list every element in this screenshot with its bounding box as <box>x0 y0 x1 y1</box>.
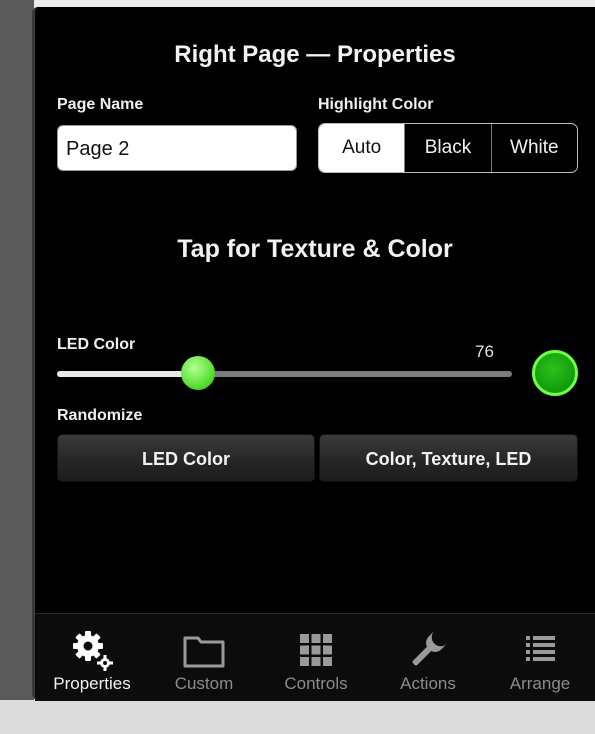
texture-color-button[interactable]: Tap for Texture & Color <box>35 235 595 264</box>
randomize-led-color-button[interactable]: LED Color <box>57 434 315 482</box>
led-slider-fill <box>57 371 199 377</box>
tab-custom[interactable]: Custom <box>150 614 258 701</box>
tab-controls-label: Controls <box>284 674 348 693</box>
tab-arrange-label: Arrange <box>509 674 571 693</box>
tab-custom-label: Custom <box>174 674 234 693</box>
led-color-swatch[interactable] <box>532 350 578 396</box>
bottom-tab-bar: Properties Custom Controls Actions Arran… <box>35 613 595 701</box>
wrench-icon <box>412 630 448 666</box>
bottom-background-strip <box>0 700 595 734</box>
led-color-label: LED Color <box>57 336 136 353</box>
tab-controls[interactable]: Controls <box>262 614 370 701</box>
properties-panel: Right Page — Properties Page Name Page 2… <box>32 7 595 701</box>
page-name-input[interactable]: Page 2 <box>57 125 297 171</box>
highlight-auto-segment[interactable]: Auto <box>319 124 405 172</box>
list-icon <box>526 636 555 661</box>
highlight-black-segment[interactable]: Black <box>404 124 490 172</box>
randomize-all-button[interactable]: Color, Texture, LED <box>319 434 578 482</box>
highlight-color-segmented-control: Auto Black White <box>318 123 578 173</box>
led-slider-thumb[interactable] <box>181 356 216 390</box>
tab-actions-label: Actions <box>400 674 456 693</box>
randomize-label: Randomize <box>57 407 143 424</box>
folder-icon <box>183 636 225 668</box>
led-slider-value: 76 <box>475 342 494 361</box>
grid-icon <box>300 634 332 666</box>
gear-icon <box>73 631 113 671</box>
tab-properties[interactable]: Properties <box>38 614 146 701</box>
page-name-label: Page Name <box>57 96 144 113</box>
left-background-strip <box>0 0 34 734</box>
tab-arrange[interactable]: Arrange <box>486 614 594 701</box>
highlight-color-label: Highlight Color <box>318 96 434 113</box>
highlight-white-segment[interactable]: White <box>490 124 577 172</box>
tab-properties-label: Properties <box>53 674 131 693</box>
tab-actions[interactable]: Actions <box>374 614 482 701</box>
panel-title: Right Page — Properties <box>174 41 456 68</box>
